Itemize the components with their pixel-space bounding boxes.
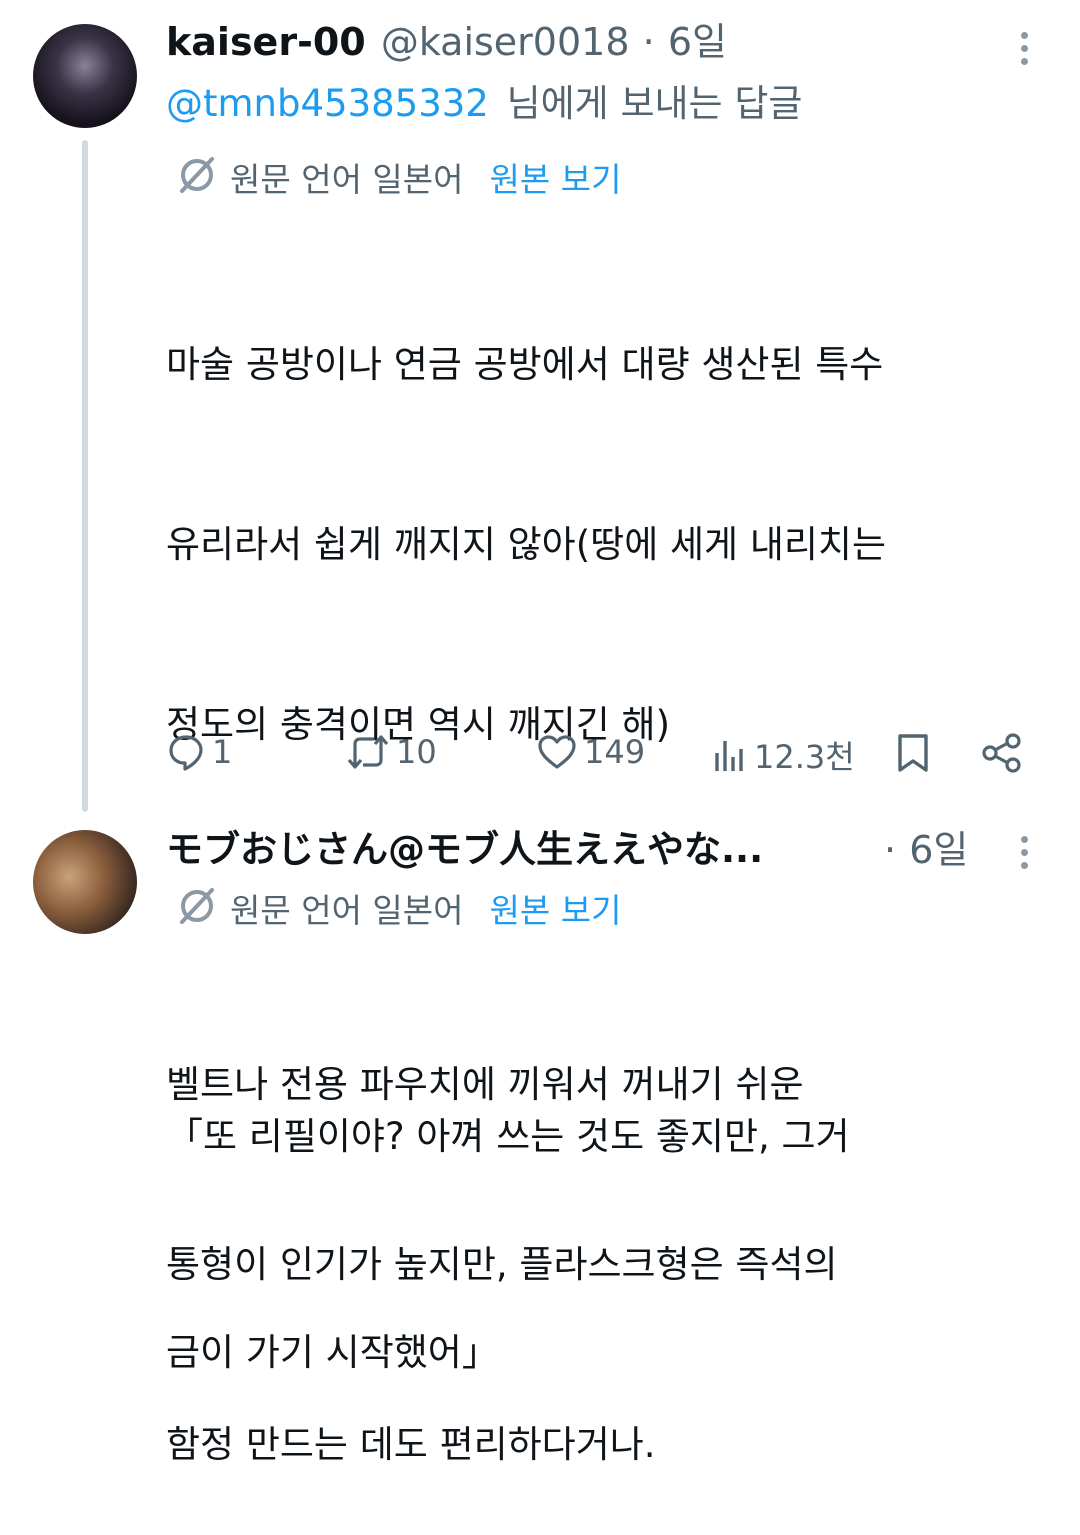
- separator-dot: ·: [642, 20, 655, 64]
- tweet-text-line: 마술 공방이나 연금 공방에서 대량 생산된 특수: [166, 343, 884, 386]
- reply-icon: [166, 732, 206, 772]
- display-name[interactable]: モブおじさん@モブ人生ええやな...: [166, 828, 763, 871]
- user-handle[interactable]: @kaiser0018: [381, 20, 630, 64]
- reply-button[interactable]: 1: [166, 732, 232, 772]
- translate-icon: [176, 886, 218, 935]
- reply-to-label: 님에게 보내는 답글: [506, 82, 803, 125]
- reply-to-mention[interactable]: @tmnb45385332: [166, 82, 489, 125]
- tweet-text-line: 유리라서 쉽게 깨지지 않아(땅에 세게 내리치는: [166, 523, 887, 566]
- more-icon[interactable]: [1021, 32, 1029, 71]
- display-name[interactable]: kaiser-00: [166, 20, 366, 64]
- separator-dot: ·: [884, 828, 897, 872]
- bookmark-icon: [895, 732, 931, 774]
- reply-count: 1: [212, 733, 233, 771]
- tweet-text: 「또 리필이야? 아껴 쓰는 것도 좋지만, 그거 금이 가기 시작했어」: [166, 957, 850, 1461]
- translation-row: 원문 언어 일본어 원본 보기: [176, 155, 621, 204]
- retweet-count: 10: [396, 733, 437, 771]
- bookmark-button[interactable]: [895, 732, 931, 774]
- tweet-text-line: 금이 가기 시작했어」: [166, 1331, 499, 1374]
- translate-icon: [176, 155, 218, 204]
- share-button[interactable]: [980, 732, 1024, 774]
- tweet-header: モブおじさん@モブ人生ええやな...: [166, 828, 763, 872]
- avatar[interactable]: [33, 830, 137, 934]
- translation-label: 원문 언어 일본어: [230, 890, 464, 930]
- tweet-text-line: 「또 리필이야? 아껴 쓰는 것도 좋지만, 그거: [166, 1115, 850, 1158]
- timestamp[interactable]: 6일: [909, 828, 968, 872]
- show-original-link[interactable]: 원본 보기: [490, 160, 622, 200]
- like-count: 149: [584, 733, 646, 771]
- like-icon: [536, 732, 578, 772]
- thread-connector-line: [82, 140, 88, 812]
- views-button[interactable]: 12.3천: [712, 732, 855, 778]
- retweet-button[interactable]: 10: [346, 732, 437, 772]
- like-button[interactable]: 149: [536, 732, 645, 772]
- retweet-icon: [346, 732, 390, 772]
- views-count: 12.3천: [754, 738, 855, 776]
- tweet-header: kaiser-00 @kaiser0018 · 6일: [166, 20, 727, 64]
- show-original-link[interactable]: 원본 보기: [490, 891, 622, 931]
- translation-label: 원문 언어 일본어: [230, 159, 464, 199]
- share-icon: [980, 732, 1024, 774]
- tweet-meta: · 6일: [884, 828, 968, 872]
- more-icon[interactable]: [1021, 836, 1029, 875]
- views-icon: [712, 735, 748, 775]
- avatar[interactable]: [33, 24, 137, 128]
- timestamp[interactable]: 6일: [668, 20, 727, 64]
- translation-row: 원문 언어 일본어 원본 보기: [176, 886, 621, 935]
- reply-context: @tmnb45385332 님에게 보내는 답글: [166, 81, 802, 127]
